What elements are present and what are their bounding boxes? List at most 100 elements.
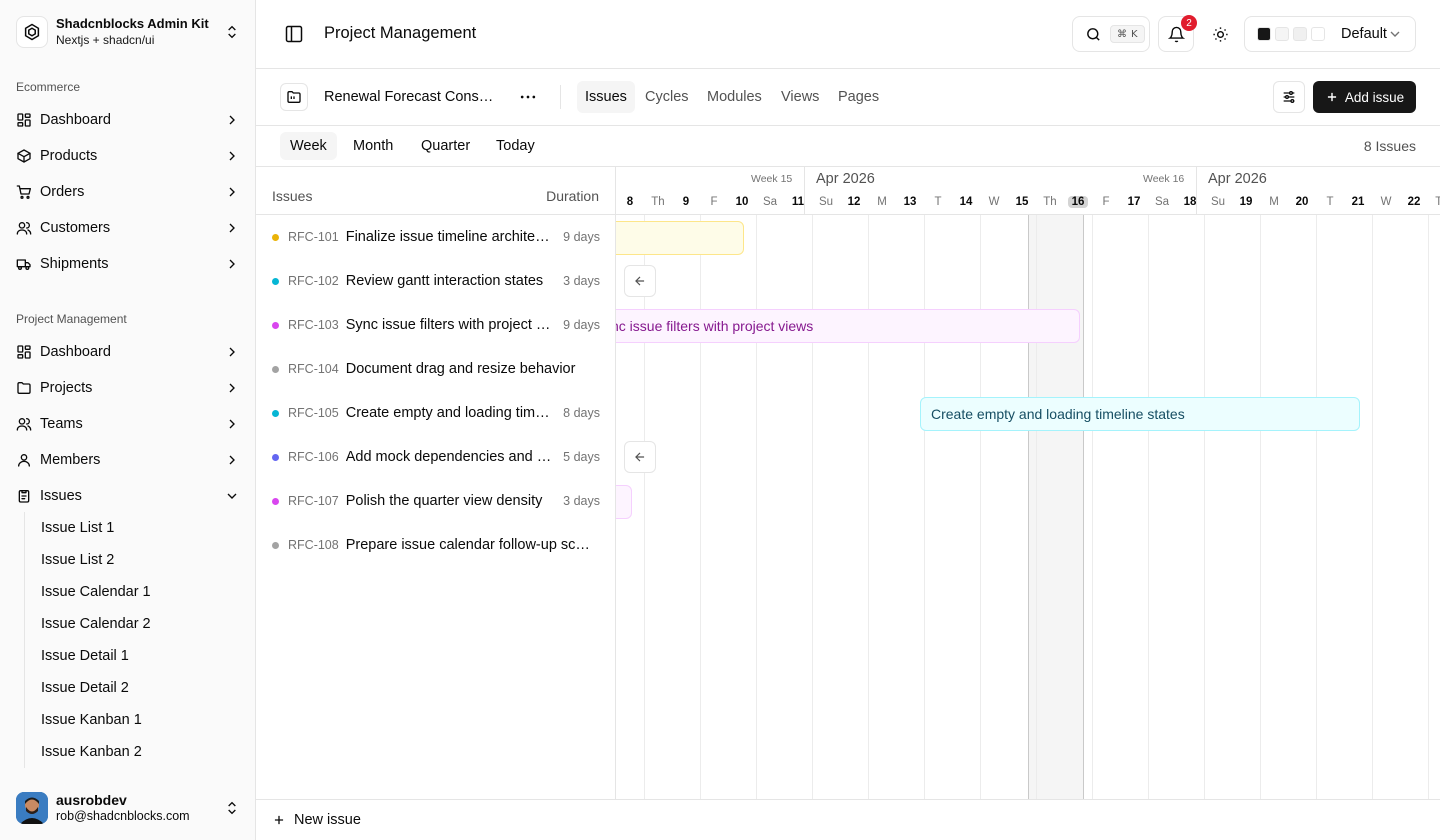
week-label: Week 16 [1143, 173, 1185, 185]
add-issue-button[interactable]: Add issue [1313, 81, 1416, 113]
issue-row[interactable]: RFC-105 Create empty and loading timeline… [256, 391, 616, 435]
issue-row[interactable]: RFC-108 Prepare issue calendar follow-up … [256, 523, 616, 567]
sidebar-subitem-issue-list-2[interactable]: Issue List 2 [33, 546, 243, 574]
project-more-button[interactable] [518, 87, 538, 107]
sidebar-item-pm-teams[interactable]: Teams [8, 408, 248, 440]
folder-icon [17, 382, 31, 394]
theme-toggle-button[interactable] [1202, 16, 1238, 52]
sidebar-toggle-button[interactable] [284, 24, 304, 44]
day-of-week-label: F [1102, 196, 1110, 208]
day-number-label: 13 [903, 196, 917, 208]
submenu-line [24, 512, 25, 768]
search-button[interactable]: ⌘ K [1072, 16, 1150, 52]
sidebar-item-dashboard[interactable]: Dashboard [8, 104, 248, 136]
brand-title: Shadcnblocks Admin Kit [56, 16, 209, 31]
tab-pages[interactable]: Pages [830, 81, 887, 113]
issue-title: Review gantt interaction states [345, 273, 544, 289]
tab-cycles[interactable]: Cycles [637, 81, 697, 113]
nav-label: Teams [40, 416, 83, 432]
sidebar: Shadcnblocks Admin Kit Nextjs + shadcn/u… [0, 0, 256, 840]
tab-modules[interactable]: Modules [699, 81, 770, 113]
issue-row[interactable]: RFC-103 Sync issue filters with project v… [256, 303, 616, 347]
chevron-right-icon [229, 347, 235, 357]
users-icon [16, 222, 32, 235]
user-name: ausrobdev [56, 792, 127, 808]
day-of-week-label: Sa [762, 196, 778, 208]
gantt-bar-rfc-101[interactable] [616, 221, 744, 255]
tab-issues[interactable]: Issues [577, 81, 635, 113]
theme-select[interactable]: Default [1244, 16, 1416, 52]
user-menu[interactable]: ausrobdev rob@shadcnblocks.com [8, 784, 248, 832]
sidebar-subitem-issue-detail-2[interactable]: Issue Detail 2 [33, 674, 243, 702]
issue-duration: 3 days [563, 494, 600, 508]
issue-row[interactable]: RFC-106 Add mock dependencies and handoff… [256, 435, 616, 479]
layout-dashboard-icon [17, 113, 31, 127]
folder-icon [287, 91, 301, 103]
day-number-label: 11 [791, 196, 805, 208]
issue-key: RFC-106 [288, 450, 339, 464]
sidebar-item-products[interactable]: Products [8, 140, 248, 172]
sidebar-item-customers[interactable]: Customers [8, 212, 248, 244]
issue-list-header: Issues Duration [256, 167, 615, 215]
cart-icon [16, 185, 31, 199]
tab-views[interactable]: Views [773, 81, 827, 113]
sidebar-item-shipments[interactable]: Shipments [8, 248, 248, 280]
day-of-week-label: M [877, 196, 887, 208]
sidebar-item-pm-projects[interactable]: Projects [8, 372, 248, 404]
month-label: Apr 2026 [1208, 171, 1267, 187]
issue-key: RFC-103 [288, 318, 339, 332]
gantt-bar-rfc-105[interactable]: Create empty and loading timeline states [920, 397, 1360, 431]
issue-row[interactable]: RFC-104 Document drag and resize behavior [256, 347, 616, 391]
sidebar-item-orders[interactable]: Orders [8, 176, 248, 208]
column-header-duration: Duration [546, 188, 599, 204]
new-issue-button[interactable]: New issue [272, 812, 361, 828]
day-number-label: 10 [735, 196, 749, 208]
scroll-to-issue-button[interactable] [624, 441, 656, 473]
gantt-bar-rfc-103[interactable]: nc issue filters with project views [616, 309, 1080, 343]
gantt-bar-rfc-107[interactable]: . [616, 485, 632, 519]
gantt-timeline: Week 15 Apr 2026 Week 16 Apr 2026 8 Th 9 F 1… [616, 167, 1440, 799]
notifications-button[interactable]: 2 [1158, 15, 1197, 52]
month-label: Apr 2026 [816, 171, 875, 187]
project-icon-button[interactable] [280, 83, 308, 111]
issue-title: Prepare issue calendar follow-up screens [345, 537, 590, 553]
panel-left-icon [285, 25, 303, 43]
sidebar-subitem-issue-calendar-1[interactable]: Issue Calendar 1 [33, 578, 243, 606]
display-settings-button[interactable] [1273, 81, 1305, 113]
sidebar-subitem-issue-kanban-1[interactable]: Issue Kanban 1 [33, 706, 243, 734]
day-number-label: 20 [1295, 196, 1309, 208]
brand-switcher[interactable]: Shadcnblocks Admin Kit Nextjs + shadcn/u… [8, 8, 248, 56]
issue-count: 8 Issues [1363, 138, 1416, 154]
view-week-button[interactable]: Week [280, 132, 337, 160]
day-of-week-label: Th [1435, 196, 1440, 208]
issue-row[interactable]: RFC-101 Finalize issue timeline architect… [256, 215, 616, 259]
nav-label: Issues [40, 488, 82, 504]
issue-key: RFC-102 [288, 274, 339, 288]
view-quarter-button[interactable]: Quarter [411, 132, 480, 160]
sidebar-item-pm-members[interactable]: Members [8, 444, 248, 476]
day-gridline [1204, 215, 1205, 799]
gantt-bar-label: . [616, 494, 617, 510]
view-today-button[interactable]: Today [486, 132, 545, 160]
section-label-project-management: Project Management [16, 312, 127, 326]
day-number-label: 9 [682, 196, 690, 208]
sidebar-subitem-issue-detail-1[interactable]: Issue Detail 1 [33, 642, 243, 670]
sidebar-subitem-issue-calendar-2[interactable]: Issue Calendar 2 [33, 610, 243, 638]
day-gridline [1316, 215, 1317, 799]
sidebar-subitem-issue-kanban-2[interactable]: Issue Kanban 2 [33, 738, 243, 766]
sidebar-subitem-issue-list-1[interactable]: Issue List 1 [33, 514, 243, 542]
project-name[interactable]: Renewal Forecast Consolidation [324, 89, 499, 105]
scroll-to-issue-button[interactable] [624, 265, 656, 297]
sidebar-item-pm-issues[interactable]: Issues [8, 480, 248, 512]
kbd-cmd: ⌘ [1117, 28, 1127, 40]
issue-title: Create empty and loading timeline states [345, 405, 553, 421]
sun-icon [1212, 26, 1228, 42]
issue-row[interactable]: RFC-102 Review gantt interaction states 3 … [256, 259, 616, 303]
day-gridline [924, 215, 925, 799]
day-gridline [980, 215, 981, 799]
issue-row[interactable]: RFC-107 Polish the quarter view density 3 … [256, 479, 616, 523]
day-of-week-label: T [1326, 196, 1334, 208]
theme-swatch [1293, 27, 1307, 41]
view-month-button[interactable]: Month [343, 132, 403, 160]
sidebar-item-pm-dashboard[interactable]: Dashboard [8, 336, 248, 368]
